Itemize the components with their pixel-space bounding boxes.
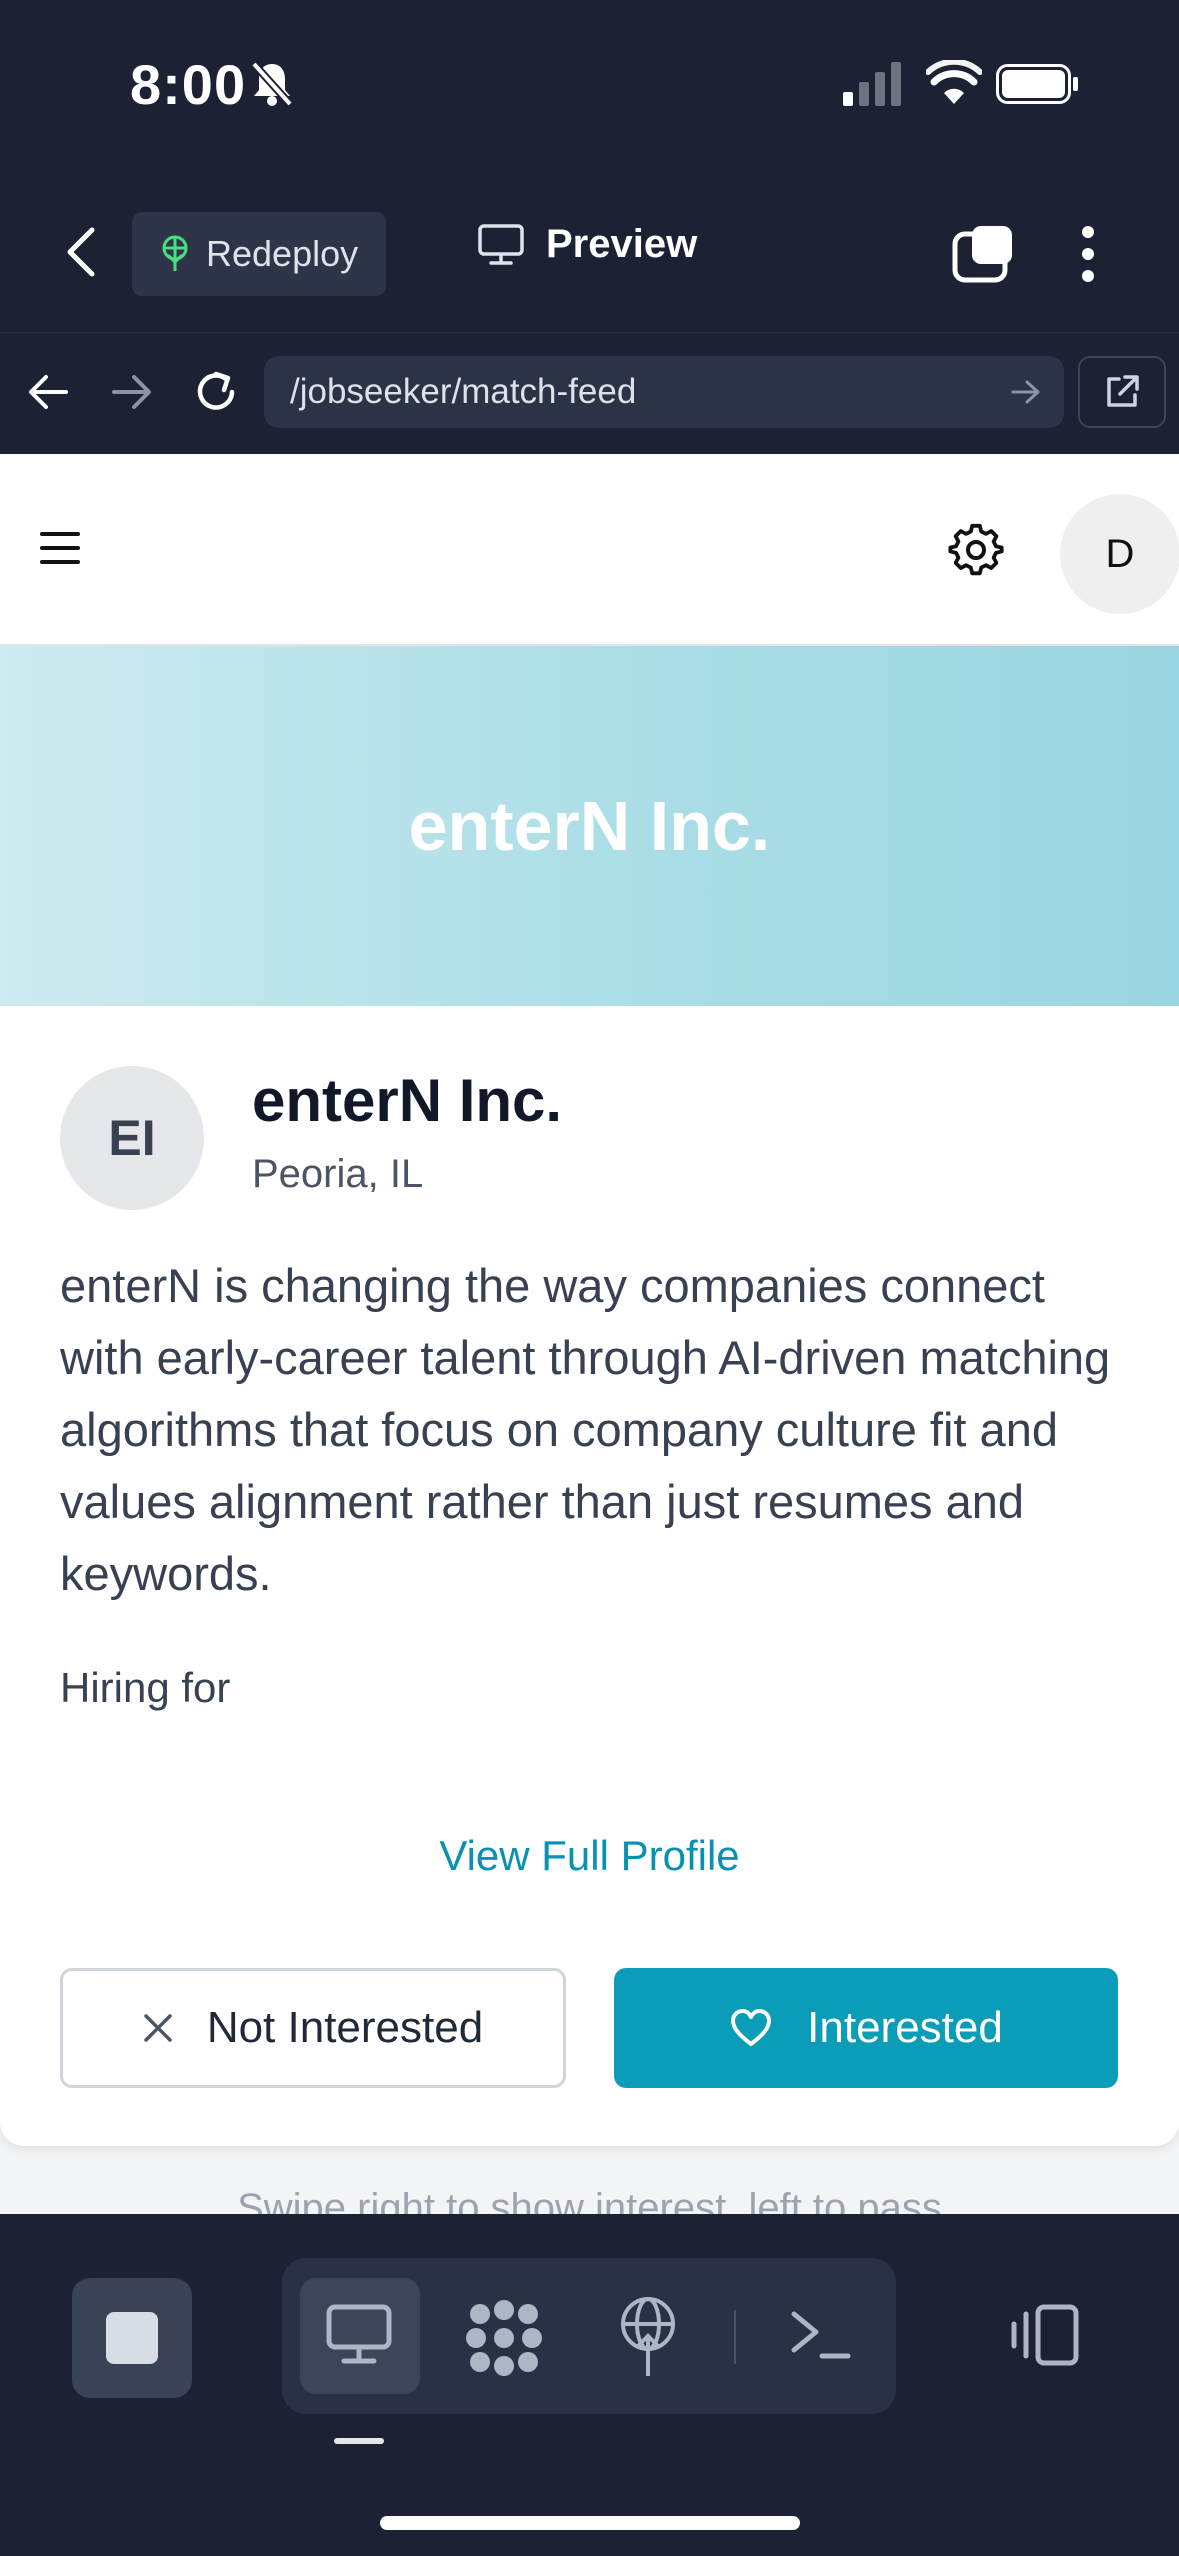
toolbar-divider [734,2310,736,2364]
hiring-for-label: Hiring for [60,1664,231,1711]
company-name: enterN Inc. [252,1067,563,1134]
view-full-profile-link[interactable]: View Full Profile [0,1832,1179,1880]
avatar[interactable]: D [1060,494,1179,614]
wifi-icon [925,58,983,109]
monitor-icon [478,223,524,265]
not-interested-button[interactable]: Not Interested [60,1968,566,2088]
arrow-left-icon[interactable] [26,372,70,417]
app-header: D [0,454,1179,646]
arrow-right-icon[interactable] [110,372,154,417]
external-link-icon [1107,375,1139,407]
reload-icon[interactable] [192,368,240,421]
url-input[interactable]: /jobseeker/match-feed [264,356,1064,428]
status-time: 8:00 [130,53,247,116]
company-banner: enterN Inc. [0,646,1179,1006]
panel-icon[interactable] [1010,2304,1082,2371]
desktop-icon[interactable] [326,2304,392,2371]
active-tab-indicator [334,2438,384,2444]
menu-icon[interactable] [40,530,80,571]
not-interested-label: Not Interested [206,2003,484,2052]
banner-title: enterN Inc. [408,787,771,865]
company-location: Peoria, IL [252,1152,424,1196]
open-external-button[interactable] [1078,356,1166,428]
redeploy-label: Redeploy [206,233,359,274]
terminal-icon[interactable] [788,2306,852,2367]
company-logo: EI [60,1066,204,1210]
tabs-icon[interactable] [952,224,1016,289]
heart-icon [731,2009,772,2046]
redeploy-button[interactable]: Redeploy [132,212,386,296]
home-indicator[interactable] [380,2516,800,2530]
signal-icon [843,62,903,111]
preview-label: Preview [546,222,698,266]
go-arrow-icon[interactable] [1010,378,1042,411]
battery-icon [996,64,1080,109]
interested-button[interactable]: Interested [614,1968,1118,2088]
stop-icon [106,2312,158,2364]
stop-button[interactable] [72,2278,192,2398]
chevron-left-icon[interactable] [62,224,102,285]
close-icon [144,2014,172,2042]
globe-icon[interactable] [614,2296,682,2383]
gear-icon[interactable] [948,522,1004,583]
bell-slash-icon [250,60,294,113]
company-card[interactable]: enterN Inc. EI enterN Inc. Peoria, IL en… [0,646,1179,2146]
swipe-hint: Swipe right to show interest, left to pa… [237,2186,942,2214]
url-text: /jobseeker/match-feed [290,372,637,411]
preview-tab[interactable]: Preview [478,222,697,267]
agent-dots-icon[interactable] [466,2300,542,2381]
interested-label: Interested [807,2003,1003,2052]
app-viewport: D enterN Inc. EI enterN Inc. Peoria, IL … [0,454,1179,2214]
company-description: enterN is changing the way companies con… [60,1259,1111,1600]
more-vertical-icon[interactable] [1078,224,1098,289]
redeploy-icon [162,235,188,271]
